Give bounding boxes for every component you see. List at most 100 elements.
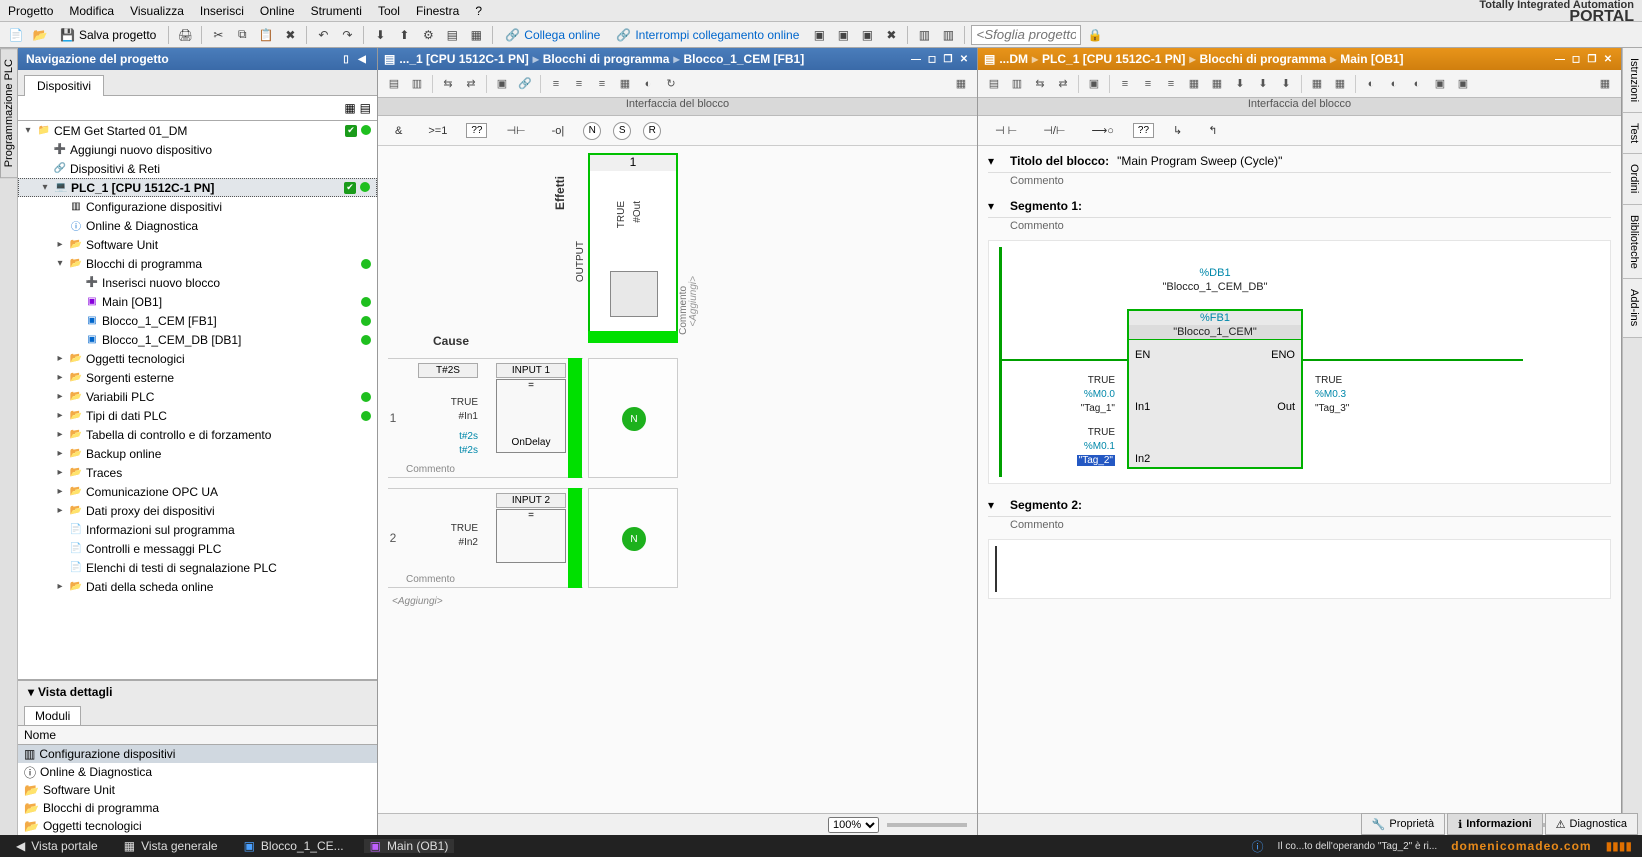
op-n[interactable]: N [583,122,601,140]
menu-strumenti[interactable]: Strumenti [311,4,362,18]
tree-alarms[interactable]: 📄Elenchi di testi di segnalazione PLC [18,558,377,577]
menu-inserisci[interactable]: Inserisci [200,4,244,18]
matrix-cell-2-1[interactable]: N [588,488,678,588]
tb-icon[interactable]: ◐ [1361,74,1381,94]
undo-icon[interactable]: ↶ [313,25,333,45]
crumb[interactable]: ...DM [999,52,1028,66]
menu-help[interactable]: ? [475,4,482,18]
detail-view-header[interactable]: ▾Vista dettagli [18,680,377,702]
tb-icon[interactable]: ◐ [1384,74,1404,94]
op-gte[interactable]: >=1 [421,122,454,140]
op-s[interactable]: S [613,122,631,140]
tree-proginfo[interactable]: 📄Informazioni sul programma [18,520,377,539]
interrupt-online-button[interactable]: 🔗 Interrompi collegamento online [610,25,805,45]
tb-icon[interactable]: ▤ [984,74,1004,94]
op-coil[interactable]: ⟶○ [1084,121,1120,140]
tree-traces[interactable]: ▸📂Traces [18,463,377,482]
menu-online[interactable]: Online [260,4,295,18]
tree-extsrc[interactable]: ▸📂Sorgenti esterne [18,368,377,387]
op-box[interactable]: ?? [466,123,487,138]
tb-icon[interactable]: ▦ [1207,74,1227,94]
row1-delay[interactable]: T#2S [418,363,478,378]
op-box[interactable]: ?? [1133,123,1154,138]
effect-column-1[interactable]: 1 TRUE #Out [588,153,678,343]
tree-backup[interactable]: ▸📂Backup online [18,444,377,463]
op-branch[interactable]: ↳ [1166,121,1189,140]
nav-grid-icon[interactable]: ▦ [344,101,355,115]
menu-modifica[interactable]: Modifica [69,4,114,18]
segment-2-header[interactable]: ▾Segmento 2: [988,494,1611,517]
segment-1[interactable]: %DB1 "Blocco_1_CEM_DB" %FB1 "Blocco_1_CE… [988,240,1611,484]
overview-button[interactable]: ▦ Vista generale [118,839,224,853]
tree-main[interactable]: ▣Main [OB1] [18,292,377,311]
tb-icon[interactable]: ▥ [407,74,427,94]
tb-icon[interactable]: ▦ [1595,74,1615,94]
tree-msg[interactable]: 📄Controlli e messaggi PLC [18,539,377,558]
project-tree[interactable]: ▾📁CEM Get Started 01_DM✔ ➕Aggiungi nuovo… [18,121,377,680]
layout1-icon[interactable]: ▥ [914,25,934,45]
sidetab-ordini[interactable]: Ordini [1623,154,1642,204]
tab-diagnostics[interactable]: ⚠ Diagnostica [1545,813,1638,835]
tb-icon[interactable]: ⇆ [438,74,458,94]
sim-icon[interactable]: ▦ [466,25,486,45]
detail-row[interactable]: 📂Oggetti tecnologici [18,817,377,835]
detail-row[interactable]: 📂Software Unit [18,781,377,799]
tree-plcvars[interactable]: ▸📂Variabili PLC [18,387,377,406]
cem-canvas[interactable]: Effetti OUTPUT Cause Commento <Aggiungi>… [378,146,977,813]
row2-input-label[interactable]: INPUT 2 [496,493,566,508]
go-online-button[interactable]: 🔗 Collega online [499,25,606,45]
tree-techobj[interactable]: ▸📂Oggetti tecnologici [18,349,377,368]
matrix-n-1[interactable]: N [622,407,646,431]
tree-proxy[interactable]: ▸📂Dati proxy dei dispositivi [18,501,377,520]
tree-devconf[interactable]: ▥Configurazione dispositivi [18,197,377,216]
save-project-button[interactable]: 💾 Salva progetto [54,25,162,45]
crumb[interactable]: Main [OB1] [1340,52,1403,66]
tb-icon[interactable]: ≡ [592,74,612,94]
sidetab-biblioteche[interactable]: Biblioteche [1623,205,1642,280]
cause-row-2[interactable]: 2 INPUT 2 = TRUE #In2 Commento [388,488,583,588]
tree-blocks[interactable]: ▾📂Blocchi di programma [18,254,377,273]
tb-icon[interactable]: ⬇ [1276,74,1296,94]
a4-icon[interactable]: ✖ [881,25,901,45]
collapse-icon[interactable]: ▯ [339,52,353,66]
col-aggiungi-label[interactable]: <Aggiungi> [688,276,699,327]
op-branch2[interactable]: ↰ [1201,121,1224,140]
row2-box[interactable]: = [496,509,566,563]
menu-tool[interactable]: Tool [378,4,400,18]
tb-icon[interactable]: ≡ [1115,74,1135,94]
restore-icon[interactable]: ❐ [1585,52,1599,66]
tb-icon[interactable]: ▦ [1307,74,1327,94]
crumb[interactable]: PLC_1 [CPU 1512C-1 PN] [1042,52,1185,66]
print-icon[interactable]: 🖨 [175,25,195,45]
tb-icon[interactable]: ▦ [615,74,635,94]
tree-opcua[interactable]: ▸📂Comunicazione OPC UA [18,482,377,501]
tree-plctypes[interactable]: ▸📂Tipi di dati PLC [18,406,377,425]
matrix-cell-1-1[interactable]: N [588,358,678,478]
sidetab-test[interactable]: Test [1623,113,1642,154]
tb-icon[interactable]: ⬇ [1253,74,1273,94]
tb-icon[interactable]: ⇄ [1053,74,1073,94]
op-r[interactable]: R [643,122,661,140]
matrix-n-2[interactable]: N [622,527,646,551]
tree-onlinediag[interactable]: ⓘOnline & Diagnostica [18,216,377,235]
download-icon[interactable]: ⬇ [370,25,390,45]
tb-icon[interactable]: ≡ [1138,74,1158,94]
block-comment[interactable]: Commento [988,173,1611,195]
row1-ondelay-box[interactable]: = OnDelay [496,379,566,453]
cut-icon[interactable]: ✂ [208,25,228,45]
cause-row-1[interactable]: 1 T#2S INPUT 1 = OnDelay TRUE #In1 t#2s … [388,358,583,478]
hide-icon[interactable]: ◀ [355,52,369,66]
tb-icon[interactable]: ▣ [1084,74,1104,94]
tree-add-device[interactable]: ➕Aggiungi nuovo dispositivo [18,140,377,159]
max-icon[interactable]: ◻ [925,52,939,66]
a2-icon[interactable]: ▣ [833,25,853,45]
op-and[interactable]: & [388,122,409,140]
tab-info[interactable]: ℹ Informazioni [1447,813,1543,835]
copy-icon[interactable]: ⧉ [232,25,252,45]
layout2-icon[interactable]: ▥ [938,25,958,45]
sidetab-istruzioni[interactable]: Istruzioni [1623,48,1642,113]
tb-icon[interactable]: ⇆ [1030,74,1050,94]
tab-properties[interactable]: 🔧 Proprietà [1361,813,1445,835]
fb-call-block[interactable]: %FB1 "Blocco_1_CEM" EN ENO In1 In2 Out [1127,309,1303,469]
crumb[interactable]: Blocco_1_CEM [FB1] [684,52,805,66]
